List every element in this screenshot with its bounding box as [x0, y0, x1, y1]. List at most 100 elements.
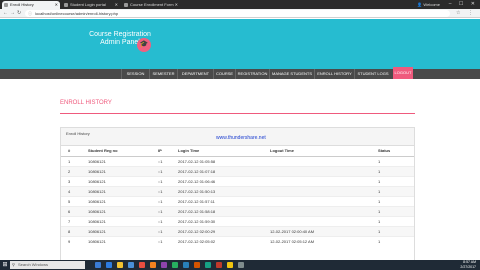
- page-icon: [4, 3, 8, 7]
- table-cell: ::1: [151, 215, 171, 226]
- table-row: 4 10806121::1 2017-02-12 01:50:13 1: [61, 185, 414, 196]
- chrome-icon[interactable]: [227, 262, 233, 268]
- file-explorer-icon[interactable]: [117, 262, 123, 268]
- table-cell: [263, 165, 371, 176]
- watermark: www.thundershare.net: [216, 135, 266, 141]
- store-icon[interactable]: [128, 262, 134, 268]
- table-row: 6 10806121::1 2017-02-12 01:58:18 1: [61, 205, 414, 216]
- table-cell: 1: [371, 225, 414, 236]
- table-cell: 1: [61, 155, 81, 166]
- table-cell: [263, 155, 371, 166]
- nav-course[interactable]: COURSE: [213, 69, 235, 79]
- table-cell: 2017-02-12 01:07:18: [171, 165, 263, 176]
- menu-icon[interactable]: ⋮: [468, 9, 473, 18]
- profile-label: Welcome: [423, 2, 440, 7]
- window-controls[interactable]: – ☐ ✕: [449, 0, 478, 8]
- profile-button[interactable]: 👤 Welcome: [417, 1, 440, 8]
- nav-enroll-history[interactable]: ENROLL HISTORY: [314, 69, 354, 79]
- nav-department[interactable]: DEPARTMENT: [177, 69, 213, 79]
- table-cell: 8: [61, 225, 81, 236]
- nav-semester[interactable]: SEMESTER: [149, 69, 177, 79]
- table-cell: 5: [61, 195, 81, 206]
- table-cell: 4: [61, 185, 81, 196]
- table-cell: 2: [61, 165, 81, 176]
- close-icon[interactable]: ✕: [115, 1, 118, 9]
- system-tray-clock[interactable]: 8:57 AM 2/27/2017: [460, 260, 476, 269]
- tab-label: Course Enrollment Form: [130, 2, 174, 7]
- forward-icon[interactable]: →: [10, 9, 15, 18]
- app-icon[interactable]: [150, 262, 156, 268]
- panel-header: Enroll History www.thundershare.net: [61, 128, 414, 146]
- table-cell: 1: [371, 215, 414, 226]
- table-row: 8 10806121::1 2017-02-12 02:00:29 12-02-201…: [61, 225, 414, 236]
- table-cell: 1: [371, 155, 414, 166]
- tab-course-enrollment[interactable]: Course Enrollment Form ✕: [122, 1, 180, 9]
- app-icon[interactable]: [216, 262, 222, 268]
- table-header-row: # Student Reg no IP Login Time Logout Ti…: [61, 146, 414, 157]
- close-icon[interactable]: ✕: [175, 1, 178, 9]
- table-container: # Student Reg no IP Login Time Logout Ti…: [61, 146, 414, 260]
- table-cell: 7: [61, 215, 81, 226]
- title-line-1: Course Registration: [89, 31, 151, 38]
- reload-icon[interactable]: ↻: [17, 9, 21, 18]
- app-icon[interactable]: [238, 262, 244, 268]
- table-cell: 1: [371, 235, 414, 246]
- star-icon[interactable]: ☆: [456, 9, 460, 18]
- clock-date: 2/27/2017: [460, 264, 476, 269]
- table-cell: [263, 215, 371, 226]
- table-cell: 1: [371, 205, 414, 216]
- app-icon[interactable]: [139, 262, 145, 268]
- taskbar-search[interactable]: ⚲ Search Windows: [10, 261, 85, 269]
- app-icon[interactable]: [161, 262, 167, 268]
- table-cell: 2017-02-12 01:57:11: [171, 195, 263, 206]
- table-cell: 2017-02-12 01:05:58: [171, 155, 263, 166]
- table-cell: 10806121: [81, 185, 151, 196]
- windows-start-icon[interactable]: ⊞: [1, 261, 9, 269]
- nav-session[interactable]: SESSION: [121, 69, 149, 79]
- info-icon: ⓘ: [28, 11, 32, 16]
- app-icon[interactable]: [172, 262, 178, 268]
- title-divider: [60, 113, 415, 114]
- close-icon[interactable]: ✕: [55, 1, 58, 9]
- tab-student-login[interactable]: Student Login portal ✕: [62, 1, 120, 9]
- table-cell: 10806121: [81, 155, 151, 166]
- table-cell: ::1: [151, 155, 171, 166]
- tab-enroll-history[interactable]: Enroll History ✕: [2, 1, 60, 9]
- panel-title: Enroll History: [66, 131, 90, 136]
- url-field[interactable]: ⓘ localhost/onlinecourse/admin/enroll-hi…: [25, 10, 450, 17]
- nav-manage-students[interactable]: MANAGE STUDENTS: [269, 69, 314, 79]
- url-text: localhost/onlinecourse/admin/enroll-hist…: [35, 11, 119, 16]
- app-icon[interactable]: [205, 262, 211, 268]
- nav-student-logs[interactable]: STUDENT LOGS: [354, 69, 391, 79]
- enroll-history-panel: Enroll History www.thundershare.net # St…: [60, 127, 415, 261]
- app-icon[interactable]: [183, 262, 189, 268]
- table-cell: 6: [61, 205, 81, 216]
- table-cell: 10806121: [81, 195, 151, 206]
- nav-logout[interactable]: LOGOUT: [393, 67, 413, 79]
- table-cell: 2017-02-12 01:58:18: [171, 205, 263, 216]
- column-header: Status: [371, 146, 414, 157]
- table-cell: ::1: [151, 165, 171, 176]
- task-view-icon[interactable]: [95, 262, 101, 268]
- table-cell: 2017-02-12 01:59:30: [171, 215, 263, 226]
- table-cell: ::1: [151, 175, 171, 186]
- table-cell: 2017-02-12 02:05:02: [171, 235, 263, 246]
- user-icon: 👤: [417, 2, 423, 7]
- table-body: 1 10806121::1 2017-02-12 01:05:58 1 2 1080612…: [61, 155, 414, 246]
- back-icon[interactable]: ←: [3, 9, 8, 18]
- column-header: Student Reg no: [81, 146, 151, 157]
- clock-time: 8:57 AM: [463, 260, 476, 264]
- app-icon[interactable]: [194, 262, 200, 268]
- table-row: 9 10806121::1 2017-02-12 02:05:02 12-02-201…: [61, 235, 414, 246]
- edge-icon[interactable]: [106, 262, 112, 268]
- table-cell: 2017-02-12 01:06:46: [171, 175, 263, 186]
- enroll-history-table: # Student Reg no IP Login Time Logout Ti…: [61, 146, 414, 246]
- nav-registration[interactable]: REGISTRATION: [235, 69, 269, 79]
- table-row: 2 10806121::1 2017-02-12 01:07:18 1: [61, 165, 414, 176]
- tab-label: Student Login portal: [70, 2, 106, 7]
- table-cell: 1: [371, 165, 414, 176]
- table-cell: 12-02-2017 02:05:12 AM: [263, 235, 371, 246]
- table-cell: ::1: [151, 205, 171, 216]
- table-cell: [263, 185, 371, 196]
- column-header: #: [61, 146, 81, 157]
